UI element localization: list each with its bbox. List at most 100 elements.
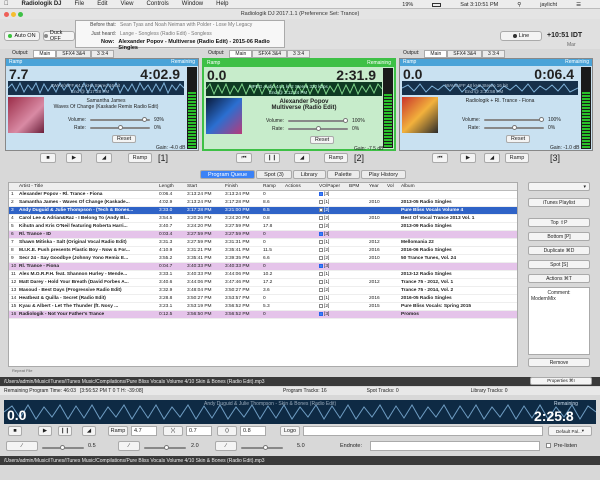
clock[interactable]: Sat 3:10:51 PM	[460, 2, 498, 8]
fade-in-button[interactable]: ⟩⟨	[163, 426, 183, 436]
comment-box[interactable]: Comment: ModernMix	[528, 287, 590, 355]
deck-3-volume-slider[interactable]	[484, 117, 544, 122]
table-row[interactable]: 10 Rl. Trance - Fiona 0:04.7 3:40:33 PM 3:40…	[9, 263, 517, 271]
vo-checkbox[interactable]	[319, 239, 323, 244]
deck-3-prev-button[interactable]: ⏮	[432, 153, 448, 163]
table-row[interactable]: 11 Alex M.O.R.P.H. feat. Shannon Hurley -…	[9, 271, 517, 279]
output-tab-main-3[interactable]: Main	[424, 50, 448, 58]
col-vo-paper[interactable]: VO/Paper	[317, 183, 347, 190]
deck-1-stop-button[interactable]: ■	[40, 153, 56, 163]
menu-edit[interactable]: Edit	[97, 1, 107, 7]
deck-2-rate-slider[interactable]	[288, 126, 348, 131]
preview-cue-button[interactable]: ◢	[82, 426, 96, 436]
output-tab-main-1[interactable]: Main	[33, 50, 57, 58]
duplicate-button[interactable]: Duplicate ⌘D	[528, 246, 590, 255]
deck-3-cue-button[interactable]: ◢	[484, 153, 500, 163]
deck-3-rate-slider[interactable]	[484, 125, 544, 130]
col-finish[interactable]: Finish	[223, 183, 261, 190]
fade-in-value[interactable]: 0.7	[186, 426, 212, 436]
deck-3-reset-button[interactable]: Reset	[506, 135, 530, 143]
deck-2-volume-slider[interactable]	[288, 118, 348, 123]
menu-view[interactable]: View	[121, 1, 134, 7]
preview-ramp-value[interactable]: 4.7	[131, 426, 157, 436]
menu-help[interactable]: Help	[216, 1, 228, 7]
deck-1-rate-slider[interactable]	[90, 125, 150, 130]
curve-3-button[interactable]: ∕	[215, 441, 237, 451]
deck-1-cue-button[interactable]: ◢	[96, 153, 112, 163]
logo-field[interactable]	[303, 426, 543, 436]
table-row[interactable]: 12 Matt Darey - Hold Your Breath (David F…	[9, 279, 517, 287]
close-window-button[interactable]	[4, 12, 9, 17]
col-actions[interactable]: Actions	[283, 183, 317, 190]
table-row[interactable]: 7 Shawn Mitiska - Salt (Original Vocal Ra…	[9, 239, 517, 247]
curve-2-slider[interactable]	[144, 445, 186, 450]
bottom-button[interactable]: Bottom [P]	[528, 232, 590, 241]
top-button[interactable]: Top ⇧P	[528, 218, 590, 227]
vo-checkbox[interactable]	[319, 287, 323, 292]
vo-checkbox[interactable]	[319, 247, 323, 252]
deck-1-ramp-button[interactable]: Ramp	[128, 153, 152, 163]
table-row[interactable]: 3 Andy Duguid & Julie Thompson - (Tech & …	[9, 207, 517, 215]
vo-checkbox[interactable]	[319, 263, 323, 268]
table-row[interactable]: 5 Kihutn and Kris O'Neil featuring Robert…	[9, 223, 517, 231]
output-tab-sfx-1[interactable]: SFX4 3&4	[56, 50, 92, 58]
tab-program-queue[interactable]: Program Queue	[200, 170, 256, 179]
col-ramp[interactable]: Ramp	[261, 183, 283, 190]
vo-checkbox[interactable]	[319, 279, 323, 284]
menu-file[interactable]: File	[75, 1, 85, 7]
output-tab-main-2[interactable]: Main	[229, 50, 253, 58]
table-row[interactable]: 16 Radiologik - Not Your Father's Trance 0…	[9, 311, 517, 319]
tab-play-history[interactable]: Play History	[360, 170, 406, 179]
deck-1-volume-slider[interactable]	[90, 117, 150, 122]
deck-2-pause-button[interactable]: ❙❙	[264, 153, 280, 163]
deck-2-prev-button[interactable]: ⏮	[236, 153, 252, 163]
output-tab-3-3[interactable]: 3 3:4	[482, 50, 506, 58]
preview-waveform[interactable]: Andy Duguid & Julie Thompson - Skin & Bo…	[4, 400, 596, 424]
preview-ramp-button[interactable]: Ramp	[108, 426, 128, 436]
search-icon[interactable]: ⚲	[517, 2, 521, 8]
preview-play-button[interactable]: ▶	[38, 426, 52, 436]
battery-icon[interactable]	[432, 2, 442, 7]
tab-palette[interactable]: Palette	[326, 170, 360, 179]
menu-window[interactable]: Window	[182, 1, 203, 7]
menu-app[interactable]: Radiologik DJ	[22, 1, 62, 7]
vo-checkbox[interactable]	[319, 215, 323, 220]
vo-checkbox[interactable]	[319, 207, 323, 212]
vo-checkbox[interactable]	[319, 295, 323, 300]
vo-checkbox[interactable]	[319, 303, 323, 308]
preview-stop-button[interactable]: ■	[8, 426, 22, 436]
deck-2-reset-button[interactable]: Reset	[310, 136, 334, 144]
sidebar-dropdown[interactable]: ▾	[528, 182, 590, 191]
curve-1-button[interactable]: ∕	[6, 441, 38, 451]
vo-checkbox[interactable]	[319, 271, 323, 276]
deck-2-cue-button[interactable]: ◢	[294, 153, 310, 163]
zoom-window-button[interactable]	[18, 12, 23, 17]
prelisten-checkbox[interactable]	[546, 443, 551, 448]
deck-3-ramp-button[interactable]: Ramp	[505, 153, 529, 163]
logo-button[interactable]: Logo	[280, 426, 300, 436]
col-start[interactable]: Start	[185, 183, 223, 190]
table-row[interactable]: 13 Masoud - Best Days (Progressive Radio …	[9, 287, 517, 295]
actions-button[interactable]: Actions ⌘T	[528, 274, 590, 283]
table-row[interactable]: 9 Secr 24 - Say Goodbye (Johnny Yono Remi…	[9, 255, 517, 263]
col-album[interactable]: Album	[399, 183, 511, 190]
menu-controls[interactable]: Controls	[146, 1, 168, 7]
vo-checkbox[interactable]	[319, 191, 323, 196]
tab-library[interactable]: Library	[292, 170, 326, 179]
vo-checkbox[interactable]	[319, 255, 323, 260]
tab-spot[interactable]: Spot (3)	[256, 170, 292, 179]
curve-1-slider[interactable]	[42, 445, 84, 450]
palette-dropdown[interactable]: Default Pal... ▾	[548, 426, 592, 436]
vo-checkbox[interactable]	[319, 231, 323, 236]
table-row[interactable]: 15 Kyau & Albert - Let The Thunder (ft. N…	[9, 303, 517, 311]
curve-2-button[interactable]: ∕	[118, 441, 140, 451]
deck-3-play-button[interactable]: ▶	[460, 153, 476, 163]
col-length[interactable]: Length	[157, 183, 185, 190]
user-name[interactable]: jaylicht	[540, 2, 557, 8]
itunes-playlist-button[interactable]: iTunes Playlist	[528, 198, 590, 207]
table-row[interactable]: 8 M.I.K.E. Push presents Plastic Boy - No…	[9, 247, 517, 255]
table-row[interactable]: 4 Carol Lee & Adrian&Raz - I Belong To (A…	[9, 215, 517, 223]
output-tab-3-1[interactable]: 3 3:4	[91, 50, 115, 58]
vo-checkbox[interactable]	[319, 199, 323, 204]
endnote-field[interactable]	[370, 441, 540, 451]
